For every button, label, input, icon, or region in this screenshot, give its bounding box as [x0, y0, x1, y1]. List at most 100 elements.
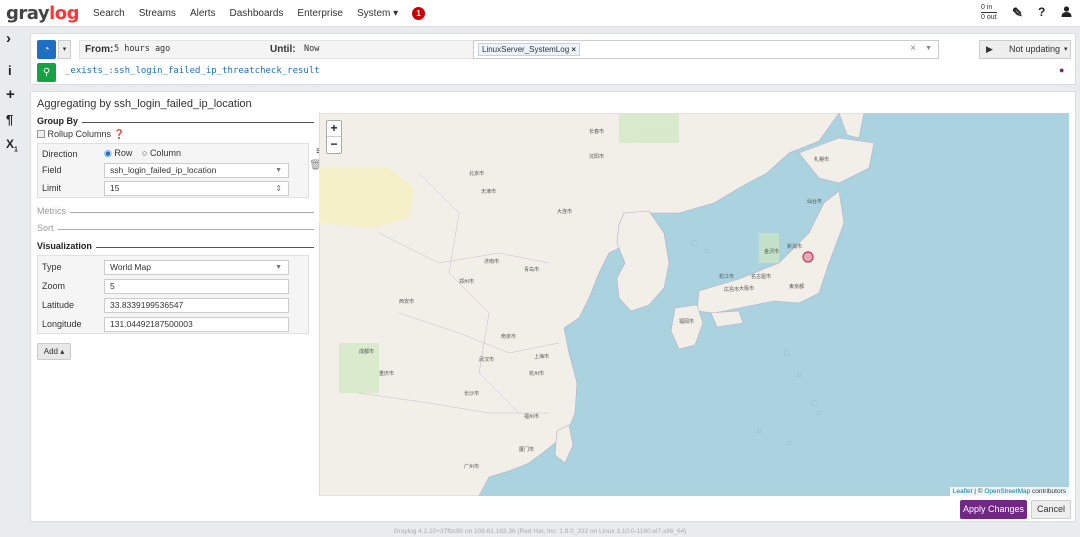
city-label: 大阪市	[739, 285, 754, 292]
nav-streams[interactable]: Streams	[139, 8, 176, 19]
city-label: 武汉市	[479, 356, 494, 363]
world-map[interactable]: 北京市 天津市 上海市 南京市 杭州市 武汉市 长沙市 重庆市 成都市 西安市 郑州市 济南市 青岛市 沈…	[319, 113, 1069, 496]
visualization-section: Visualization	[37, 241, 314, 253]
refresh-controls[interactable]: ▶ Not updating ▾	[979, 40, 1071, 59]
city-label: 青岛市	[524, 266, 539, 273]
clock-icon: ◔	[43, 44, 50, 55]
notification-badge[interactable]: 1	[412, 6, 426, 20]
nav-system-dropdown[interactable]: System ▾	[357, 8, 398, 19]
chevron-down-icon: ▼	[275, 167, 282, 174]
user-icon[interactable]	[1061, 6, 1072, 20]
zoom-control: + −	[326, 120, 342, 154]
expand-sidebar-icon[interactable]: ›	[6, 30, 11, 47]
city-label: 上海市	[534, 353, 549, 360]
visualization-box: Type World Map ▼ Zoom 5 Latitude 33.83391…	[37, 255, 309, 334]
query-bar: ◔ ▾ From: 5 hours ago Until: Now LinuxSe…	[30, 33, 1076, 85]
metrics-section: Metrics +	[37, 204, 328, 219]
search-query-input[interactable]: _exists_:ssh_login_failed_ip_threatcheck…	[65, 66, 320, 76]
group-by-section: Group By	[37, 116, 314, 128]
zoom-input[interactable]: 5	[104, 279, 289, 294]
location-marker[interactable]	[802, 251, 814, 263]
nav-dashboards[interactable]: Dashboards	[230, 8, 284, 19]
add-button[interactable]: Add ▴	[37, 343, 71, 360]
nav-alerts[interactable]: Alerts	[190, 8, 216, 19]
help-circle-icon[interactable]: ❓	[114, 129, 125, 139]
clear-icon[interactable]: ×	[910, 43, 916, 54]
chevron-down-icon[interactable]: ▼	[925, 45, 932, 52]
city-label: 福岡市	[679, 318, 694, 325]
time-range-display[interactable]: From: 5 hours ago Until: Now	[79, 40, 487, 59]
footer-version: Graylog 4.2.10+37fbc90 on 108.61.163.36 …	[393, 528, 687, 535]
stepper-icon[interactable]: ⇕	[275, 182, 282, 195]
city-label: 厦门市	[519, 446, 534, 453]
direction-column-radio[interactable]: ○ Column	[142, 148, 181, 158]
city-label: 仙台市	[807, 198, 822, 205]
graylog-logo[interactable]: graylog	[6, 3, 80, 24]
visualization-type-select[interactable]: World Map ▼	[104, 260, 289, 275]
field-select[interactable]: ssh_login_failed_ip_location ▼	[104, 163, 289, 178]
rollup-checkbox[interactable]	[37, 130, 45, 138]
nav-enterprise[interactable]: Enterprise	[297, 8, 343, 19]
city-label: 长春市	[589, 128, 604, 135]
mainland-asia	[319, 113, 840, 496]
korean-peninsula	[616, 210, 670, 312]
sort-section: Sort +	[37, 221, 328, 236]
kyushu-island	[670, 304, 704, 350]
help-icon[interactable]: ?	[1038, 5, 1045, 19]
rollup-columns[interactable]: Rollup Columns ❓	[37, 129, 125, 140]
aggregation-widget: Aggregating by ssh_login_failed_ip_locat…	[30, 91, 1076, 522]
shikoku-island	[710, 310, 744, 328]
city-label: 长沙市	[464, 390, 479, 397]
chevron-down-icon: ▼	[275, 264, 282, 271]
info-icon[interactable]: i	[8, 63, 12, 78]
city-label: 札幌市	[814, 156, 829, 163]
city-label: 天津市	[481, 188, 496, 195]
search-button[interactable]: ⚲	[37, 63, 56, 82]
stream-chip: LinuxServer_SystemLog ×	[478, 43, 581, 56]
subscript-x-icon[interactable]: X1	[6, 137, 18, 153]
city-label: 杭州市	[529, 370, 544, 377]
leaflet-link[interactable]: Leaflet	[953, 488, 973, 495]
city-label: 広島市	[724, 286, 739, 293]
longitude-input[interactable]: 131.04492187500003	[104, 317, 289, 332]
throughput-indicator[interactable]: 0 in 0 out	[981, 3, 997, 22]
desert-region	[319, 168, 414, 228]
edit-icon[interactable]: ✎	[1012, 5, 1023, 21]
city-label: 广州市	[464, 463, 479, 470]
city-label: 名古屋市	[751, 273, 771, 280]
city-label: 沈阳市	[589, 153, 604, 160]
latitude-input[interactable]: 33.8339199536547	[104, 298, 289, 313]
remove-chip-icon[interactable]: ×	[571, 45, 576, 54]
cancel-button[interactable]: Cancel	[1031, 500, 1071, 519]
nav-search[interactable]: Search	[93, 8, 125, 19]
time-range-button[interactable]: ◔	[37, 40, 56, 59]
group-by-box: Direction ◉ Row ○ Column ≡ 🗑 Field ssh_l…	[37, 143, 322, 198]
add-icon[interactable]: +	[6, 86, 15, 103]
widget-title[interactable]: Aggregating by ssh_login_failed_ip_locat…	[37, 98, 252, 110]
play-icon[interactable]: ▶	[986, 41, 993, 58]
paragraph-icon[interactable]: ¶	[6, 112, 13, 127]
taiwan-island	[554, 424, 574, 464]
top-navbar: graylog Search Streams Alerts Dashboards…	[0, 0, 1080, 27]
city-label: 大连市	[557, 208, 572, 215]
city-label: 郑州市	[459, 278, 474, 285]
city-label: 金沢市	[764, 248, 779, 255]
zoom-out-button[interactable]: −	[327, 137, 341, 153]
lightbulb-icon[interactable]: ●	[1059, 65, 1064, 75]
city-label: 济南市	[484, 258, 499, 265]
search-icon: ⚲	[42, 67, 51, 78]
city-label: 重庆市	[379, 370, 394, 377]
city-label: 南京市	[501, 333, 516, 340]
limit-input[interactable]: 15 ⇕	[104, 181, 289, 196]
left-sidebar: › i + ¶ X1	[0, 27, 26, 537]
streams-select[interactable]: LinuxServer_SystemLog × × ▼	[473, 40, 939, 59]
time-range-dropdown[interactable]: ▾	[58, 40, 71, 59]
sakhalin-island	[838, 113, 865, 139]
update-caret-icon: ▾	[1064, 46, 1068, 53]
city-label: 松江市	[719, 273, 734, 280]
osm-link[interactable]: OpenStreetMap	[984, 488, 1030, 495]
direction-row-radio[interactable]: ◉ Row	[104, 148, 132, 159]
city-label: 成都市	[359, 348, 374, 355]
zoom-in-button[interactable]: +	[327, 121, 341, 137]
apply-changes-button[interactable]: Apply Changes	[960, 500, 1027, 519]
